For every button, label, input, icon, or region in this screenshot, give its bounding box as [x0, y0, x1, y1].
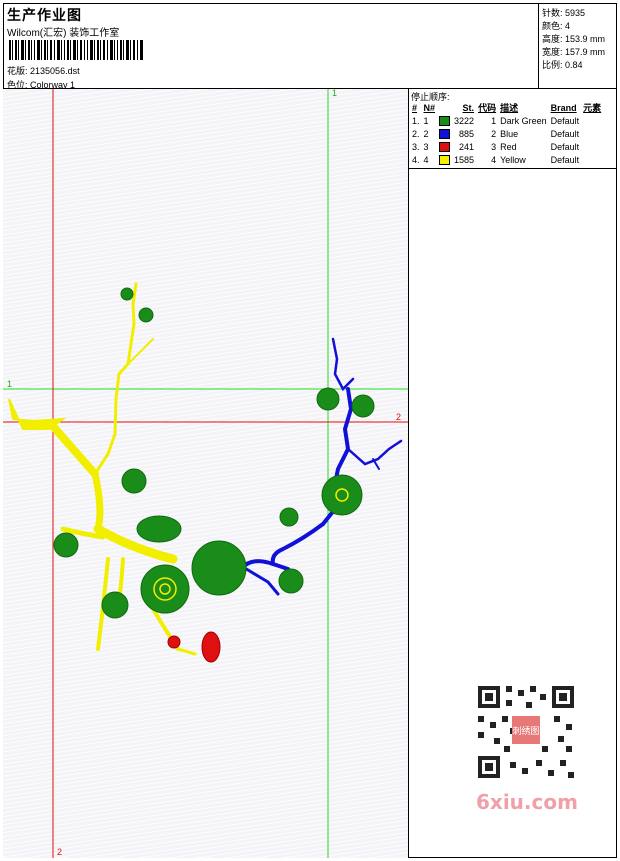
- page-title: 生产作业图: [7, 7, 82, 23]
- qr-code-image: 刺绣图: [470, 680, 582, 784]
- col-element: 元素: [583, 103, 602, 113]
- cell-index: 1.: [412, 115, 420, 126]
- design-canvas: 1 1 2 2: [3, 89, 409, 858]
- cell-index: 4.: [412, 154, 420, 165]
- col-desc: 描述: [500, 103, 519, 113]
- stop-sequence-body: 1. 1 3222 1 Dark Green Default 2. 2 885 2 Blue Defa…: [410, 114, 603, 166]
- cell-stitches: 885: [459, 128, 475, 139]
- cell-desc: Red: [500, 141, 517, 152]
- design-label: 花版:: [7, 66, 28, 76]
- color-swatch: [439, 128, 451, 139]
- cell-brand: Default: [550, 154, 580, 165]
- col-code: 代码: [478, 103, 497, 113]
- table-row: 1. 1 3222 1 Dark Green Default: [410, 114, 603, 127]
- company-name: Wilcom(汇宏) 装饰工作室: [7, 28, 120, 39]
- blue-branches: [223, 337, 403, 596]
- guide-label-green-v: 1: [332, 89, 338, 98]
- stat-colors: 颜色: 4: [542, 21, 571, 31]
- cell-swatch: [437, 140, 452, 153]
- cell-stitches: 241: [459, 141, 475, 152]
- cell-element: [581, 127, 603, 140]
- watermark-text: 6xiu.com: [476, 790, 578, 814]
- cell-needle: 4: [423, 154, 429, 165]
- cell-brand: Default: [550, 141, 580, 152]
- cell-brand: Default: [550, 115, 580, 126]
- table-row: 4. 4 1585 4 Yellow Default: [410, 153, 603, 166]
- cell-needle: 1: [423, 115, 429, 126]
- cell-brand: Default: [550, 128, 580, 139]
- cell-desc: Blue: [500, 128, 519, 139]
- stat-width: 宽度: 157.9 mm: [542, 47, 606, 57]
- barcode-image: [9, 40, 143, 60]
- cell-code: 1: [491, 115, 497, 126]
- color-swatch: [439, 141, 451, 152]
- table-row: 2. 2 885 2 Blue Default: [410, 127, 603, 140]
- col-stitches: St.: [462, 102, 475, 113]
- stat-stitches: 针数: 5935: [542, 8, 586, 18]
- design-file: 花版: 2135056.dst: [7, 64, 80, 77]
- cell-element: [581, 140, 603, 153]
- color-swatch: [439, 115, 451, 126]
- stat-height: 高度: 153.9 mm: [542, 34, 606, 44]
- cell-stitches: 3222: [454, 115, 475, 126]
- svg-text:刺绣图: 刺绣图: [512, 725, 539, 737]
- cell-swatch: [437, 114, 452, 127]
- cell-element: [581, 153, 603, 166]
- guide-label-red-h: 2: [396, 412, 402, 422]
- table-row: 3. 3 241 3 Red Default: [410, 140, 603, 153]
- col-needle: N#: [423, 102, 436, 113]
- col-brand: Brand: [550, 102, 577, 113]
- col-index: #: [412, 102, 418, 113]
- red-buds: [167, 631, 221, 663]
- guide-label-green-h: 1: [7, 379, 13, 389]
- stats-panel: 针数: 5935 颜色: 4 高度: 153.9 mm 宽度: 157.9 mm…: [539, 3, 617, 89]
- guide-label-red-v: 2: [57, 847, 63, 857]
- color-swatch: [439, 154, 451, 165]
- cell-code: 2: [491, 128, 497, 139]
- stat-ratio: 比例: 0.84: [542, 60, 583, 70]
- col-swatch: [437, 101, 452, 114]
- cell-desc: Dark Green: [500, 115, 547, 126]
- header-info: 生产作业图 Wilcom(汇宏) 装饰工作室 花版: 2135056.dst 色…: [3, 3, 539, 90]
- stop-sequence-panel: 停止顺序: # N# St. 代码 描述 Brand 元素 1. 1 3222 1 Da…: [409, 89, 617, 169]
- green-blossoms: [53, 287, 375, 619]
- cell-element: [581, 114, 603, 127]
- cell-stitches: 1585: [454, 154, 475, 165]
- cell-code: 4: [491, 154, 497, 165]
- cell-index: 2.: [412, 128, 420, 139]
- cell-code: 3: [491, 141, 497, 152]
- cell-needle: 2: [423, 128, 429, 139]
- cell-desc: Yellow: [500, 154, 526, 165]
- stop-sequence-table: # N# St. 代码 描述 Brand 元素 1. 1 3222 1 Dark Gre…: [410, 101, 603, 166]
- embroidery-design: [3, 89, 408, 858]
- cell-swatch: [437, 127, 452, 140]
- cell-swatch: [437, 153, 452, 166]
- design-value: 2135056.dst: [30, 66, 80, 76]
- cell-needle: 3: [423, 141, 429, 152]
- cell-index: 3.: [412, 141, 420, 152]
- table-header-row: # N# St. 代码 描述 Brand 元素: [410, 101, 603, 114]
